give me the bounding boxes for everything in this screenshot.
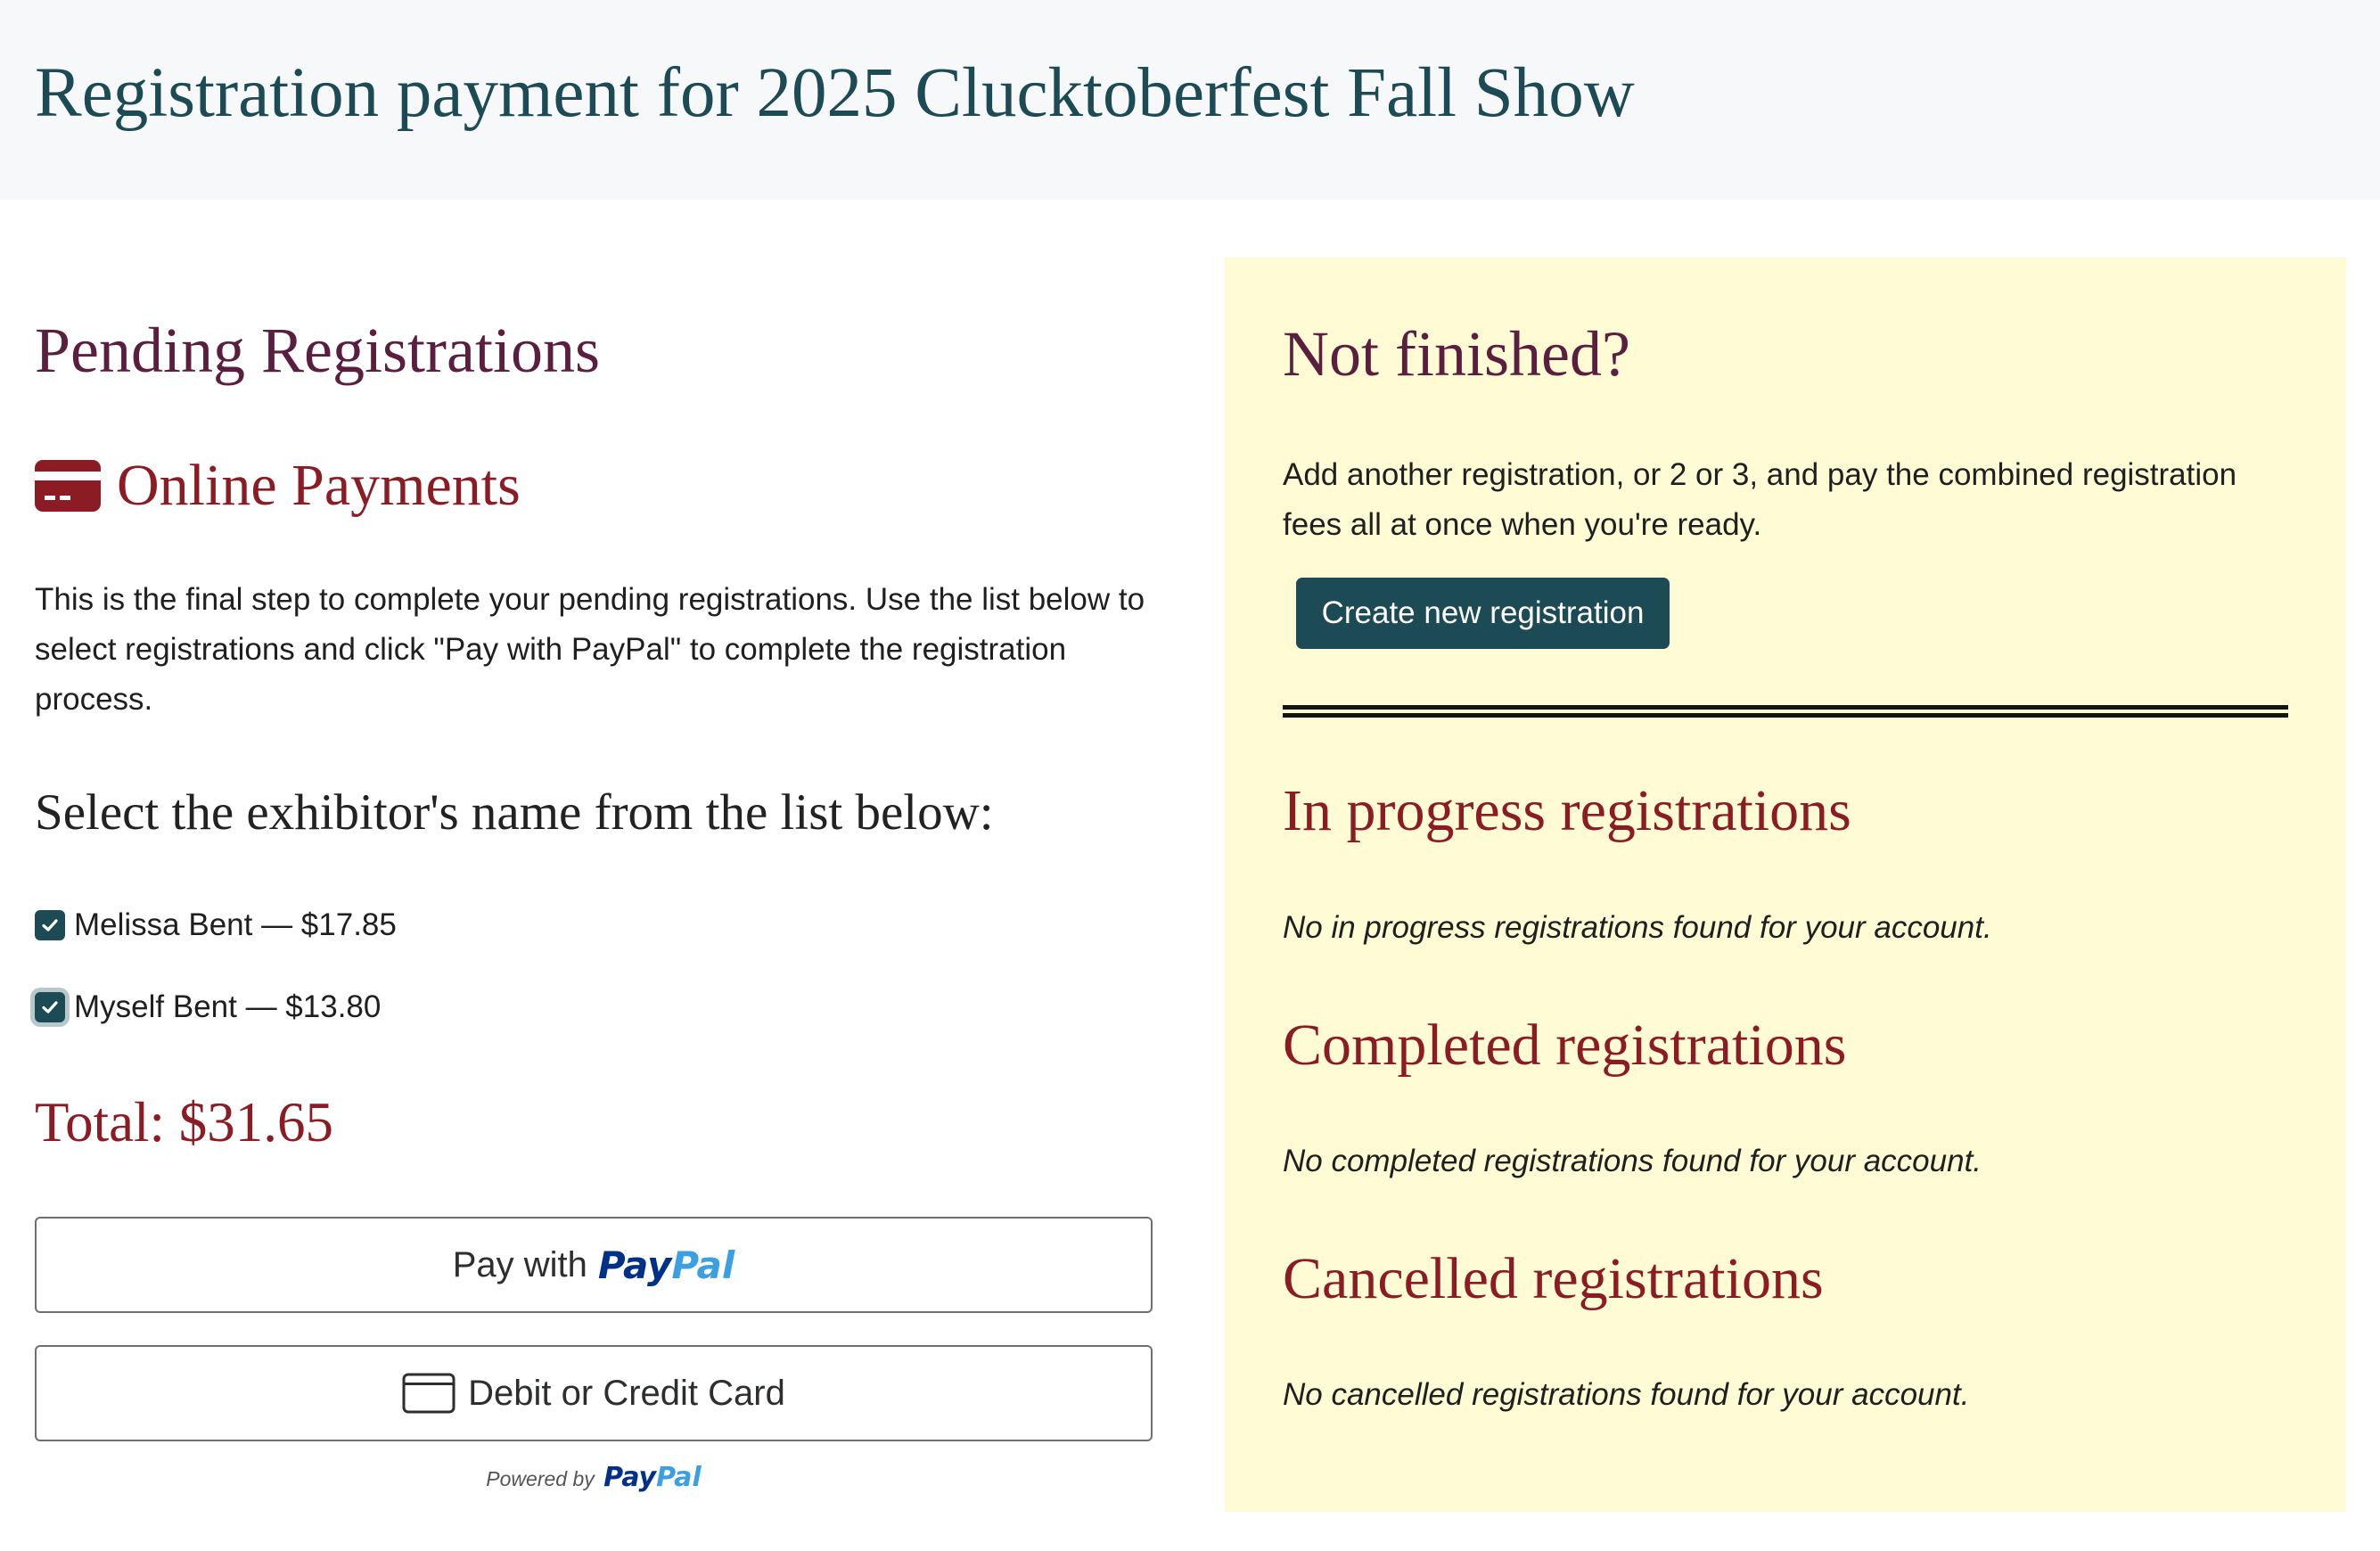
paypal-logo: PayPal (597, 1243, 735, 1287)
card-outline-icon (402, 1373, 455, 1414)
page-title: Registration payment for 2025 Clucktober… (35, 54, 1635, 132)
paypal-logo: PayPal (603, 1462, 702, 1493)
pending-registrations-heading: Pending Registrations (35, 315, 600, 386)
debit-credit-label: Debit or Credit Card (468, 1373, 785, 1413)
cancelled-heading: Cancelled registrations (1283, 1246, 1824, 1311)
online-payments-title: Online Payments (117, 453, 521, 519)
powered-by-paypal: Powered by PayPal (486, 1462, 702, 1493)
intro-text: This is the final step to complete your … (35, 582, 1145, 717)
not-finished-text: Add another registration, or 2 or 3, and… (1283, 457, 2237, 542)
exhibitor-label: Melissa Bent — $17.85 (74, 907, 397, 942)
exhibitor-option-myself[interactable]: Myself Bent — $13.80 (35, 988, 381, 1027)
check-icon (42, 1001, 58, 1013)
page-header: Registration payment for 2025 Clucktober… (0, 0, 2380, 200)
not-finished-heading: Not finished? (1283, 318, 1630, 390)
double-divider (1283, 705, 2288, 718)
create-new-registration-button[interactable]: Create new registration (1296, 578, 1670, 649)
pay-with-label: Pay with (452, 1244, 587, 1284)
completed-heading: Completed registrations (1283, 1013, 1847, 1078)
debit-credit-card-button[interactable]: Debit or Credit Card (35, 1345, 1153, 1441)
credit-card-icon (35, 460, 101, 512)
pay-with-paypal-button[interactable]: Pay with PayPal (35, 1217, 1153, 1313)
in-progress-heading: In progress registrations (1283, 778, 1851, 843)
select-exhibitor-heading: Select the exhibitor's name from the lis… (35, 784, 994, 841)
checkbox-checked[interactable] (35, 910, 65, 940)
checkbox-checked[interactable] (35, 992, 65, 1022)
completed-empty-text: No completed registrations found for you… (1283, 1144, 1982, 1178)
in-progress-empty-text: No in progress registrations found for y… (1283, 910, 1992, 945)
exhibitor-option-melissa[interactable]: Melissa Bent — $17.85 (35, 906, 397, 945)
total-amount: Total: $31.65 (35, 1091, 334, 1153)
cancelled-empty-text: No cancelled registrations found for you… (1283, 1377, 1970, 1412)
exhibitor-label: Myself Bent — $13.80 (74, 989, 382, 1024)
online-payments-heading-row: Online Payments (35, 446, 521, 526)
sidebar-panel (1225, 258, 2346, 1512)
check-icon (42, 919, 58, 931)
